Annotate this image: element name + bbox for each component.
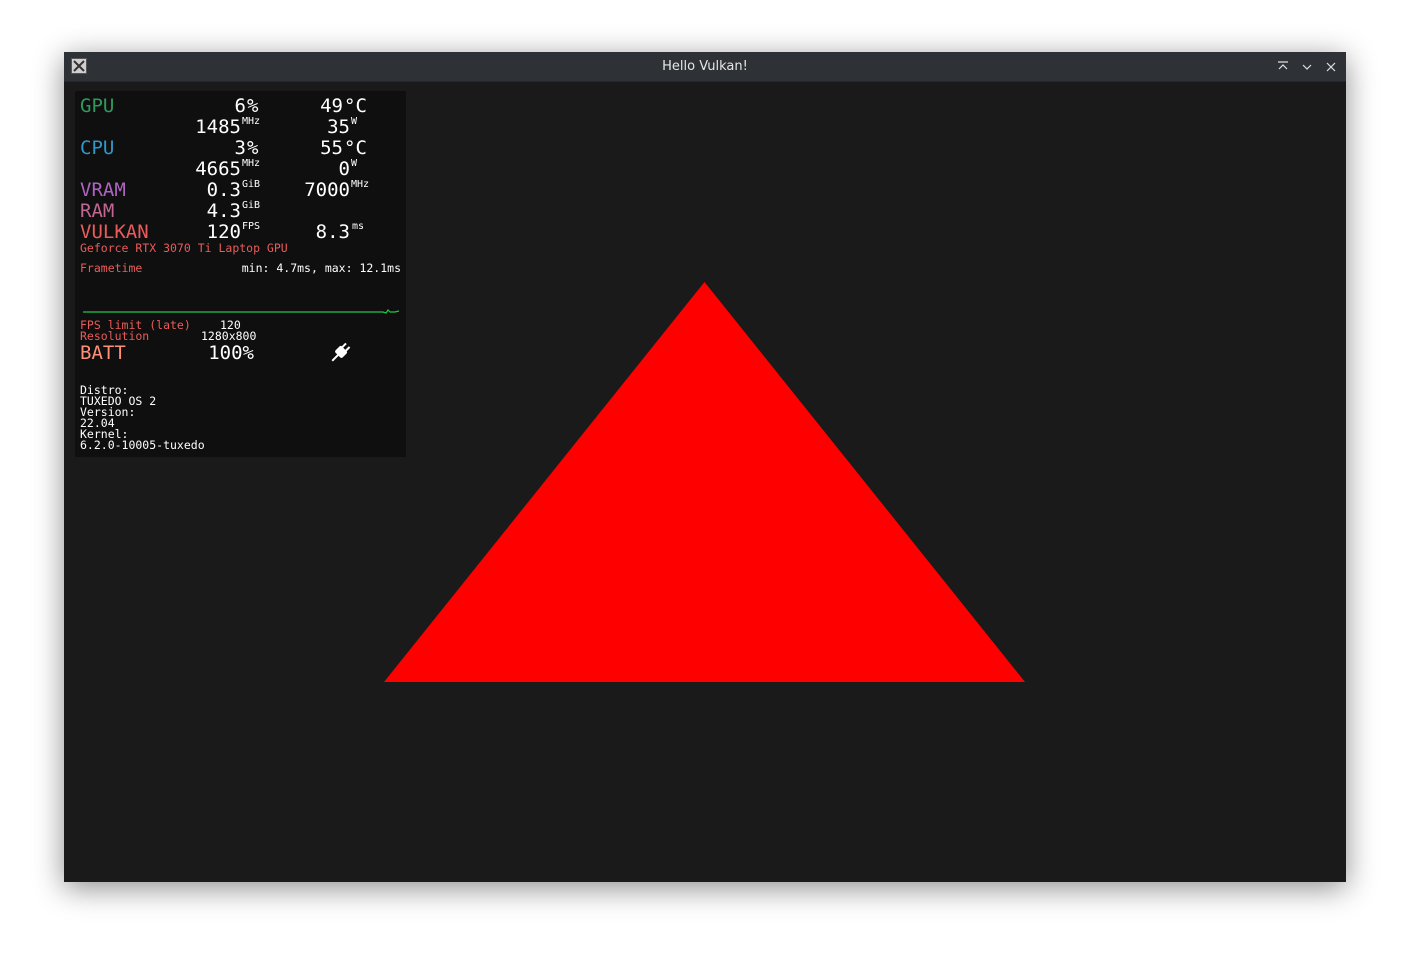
gpu-clock-unit: MHz xyxy=(242,116,261,127)
cpu-power-unit: W xyxy=(351,158,358,169)
gpu-power-value: 35 xyxy=(327,116,350,138)
fps-unit: FPS xyxy=(242,221,261,232)
gpu-load-unit: % xyxy=(247,95,259,117)
cpu-power-value: 0 xyxy=(338,158,350,180)
cpu-clock-value: 4665 xyxy=(195,158,241,180)
frametime-stats: min: 4.7ms, max: 12.1ms xyxy=(241,261,401,275)
gpu-label: GPU xyxy=(80,95,115,117)
gpu-power-unit: W xyxy=(351,116,358,127)
red-triangle xyxy=(384,282,1025,682)
vulkan-label: VULKAN xyxy=(80,221,149,243)
cpu-clock-unit: MHz xyxy=(242,158,261,169)
frametime-graph xyxy=(83,309,399,314)
cpu-load-value: 3 xyxy=(234,137,246,159)
ram-unit: GiB xyxy=(242,200,261,211)
kernel-value: 6.2.0-10005-tuxedo xyxy=(80,438,205,452)
cpu-label: CPU xyxy=(80,137,115,159)
vram-unit: GiB xyxy=(242,179,261,190)
app-window: Hello Vulkan! GPU 6 % 49 °C 1485 MHz 35 … xyxy=(64,52,1346,882)
gpu-temp-unit: °C xyxy=(344,95,367,117)
cpu-temp-unit: °C xyxy=(344,137,367,159)
vram-label: VRAM xyxy=(80,179,126,201)
battery-value: 100% xyxy=(208,342,254,364)
frametime-unit: ms xyxy=(352,221,365,232)
resolution-label: Resolution xyxy=(80,329,150,343)
vram-clock-value: 7000 xyxy=(304,179,350,201)
battery-label: BATT xyxy=(80,342,126,364)
vram-value: 0.3 xyxy=(206,179,241,201)
minimize-icon[interactable] xyxy=(1299,59,1315,75)
cpu-temp-value: 55 xyxy=(320,137,343,159)
gpu-name: Geforce RTX 3070 Ti Laptop GPU xyxy=(80,241,288,255)
resolution-value: 1280x800 xyxy=(201,329,257,343)
power-plug-icon xyxy=(328,341,352,365)
gpu-clock-value: 1485 xyxy=(195,116,241,138)
render-surface[interactable]: GPU 6 % 49 °C 1485 MHz 35 W CPU 3 % 55 °… xyxy=(64,82,1346,882)
frametime-label: Frametime xyxy=(80,261,143,275)
ram-value: 4.3 xyxy=(206,200,241,222)
frametime-value: 8.3 xyxy=(315,221,350,243)
title-bar[interactable]: Hello Vulkan! xyxy=(64,52,1346,82)
close-icon[interactable] xyxy=(1323,59,1339,75)
mangohud-overlay: GPU 6 % 49 °C 1485 MHz 35 W CPU 3 % 55 °… xyxy=(75,91,406,457)
cpu-load-unit: % xyxy=(247,137,259,159)
gpu-temp-value: 49 xyxy=(320,95,343,117)
fps-value: 120 xyxy=(206,221,241,243)
vram-clock-unit: MHz xyxy=(351,179,370,190)
keep-above-icon[interactable] xyxy=(1275,59,1291,75)
gpu-load-value: 6 xyxy=(234,95,246,117)
ram-label: RAM xyxy=(80,200,115,222)
window-title: Hello Vulkan! xyxy=(662,59,748,74)
